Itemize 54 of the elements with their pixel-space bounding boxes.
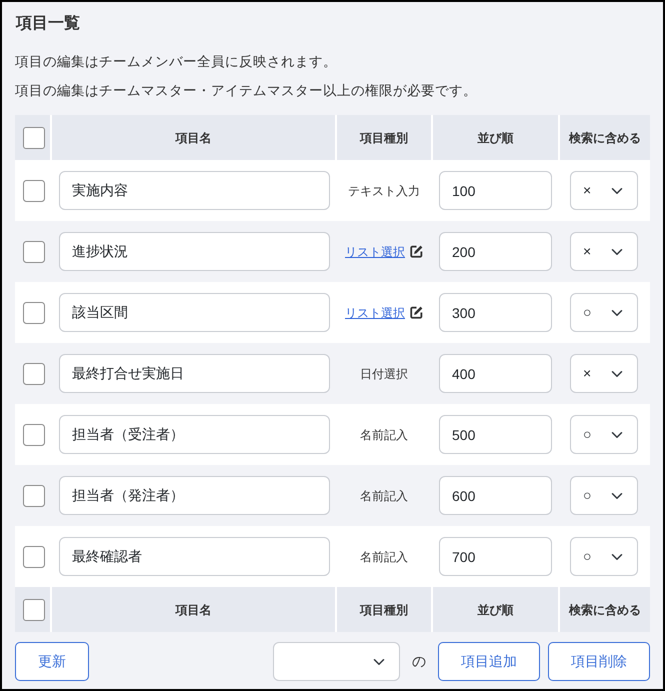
row-checkbox[interactable] [23,180,45,202]
item-name-field[interactable]: 最終確認者 [59,537,330,576]
search-include-select[interactable]: ○ [570,293,638,332]
action-button[interactable]: 項目追加 [438,642,540,681]
sort-order-field[interactable]: 200 [439,232,552,271]
search-include-select[interactable]: × [570,354,638,393]
search-include-select[interactable]: ○ [570,415,638,454]
column-header: 検索に含める [559,115,650,160]
item-type-link[interactable]: リスト選択 [345,304,405,322]
item-name-field[interactable]: 最終打合せ実施日 [59,354,330,393]
sort-order-field[interactable]: 600 [439,476,552,515]
info-text: 項目の編集はチームマスター・アイテムマスター以上の権限が必要です。 [15,82,478,100]
search-include-select[interactable]: × [570,232,638,271]
search-include-select[interactable]: × [570,171,638,210]
row-checkbox[interactable] [23,484,45,506]
column-header: 項目名 [51,115,336,160]
sort-order-field[interactable]: 500 [439,415,552,454]
position-label: の [412,652,426,671]
row-checkbox[interactable] [23,302,45,324]
column-header: 項目名 [51,587,336,632]
search-include-select[interactable]: ○ [570,476,638,515]
item-type-text: 名前記入 [359,548,409,566]
row-checkbox[interactable] [23,424,45,446]
update-button[interactable]: 更新 [15,642,89,681]
item-type-text: 名前記入 [359,426,409,444]
action-button[interactable]: 項目削除 [548,642,650,681]
edit-icon[interactable] [410,306,423,319]
item-type-text: 名前記入 [359,488,409,504]
item-name-field[interactable]: 進捗状況 [59,232,330,271]
item-name-field[interactable]: 担当者（受注者） [59,415,330,454]
item-name-field[interactable]: 該当区間 [59,293,330,332]
item-type-link[interactable]: リスト選択 [345,242,405,260]
item-name-field[interactable]: 担当者（発注者） [59,476,330,515]
item-type-text: テキスト入力 [347,182,421,200]
column-header: 検索に含める [559,587,650,632]
row-checkbox[interactable] [23,240,45,262]
select-all-checkbox[interactable] [23,598,45,620]
column-header: 並び順 [432,115,559,160]
sort-order-field[interactable]: 100 [439,171,552,210]
edit-icon[interactable] [410,245,423,258]
row-checkbox[interactable] [23,362,45,384]
column-header: 項目種別 [336,587,432,632]
info-text: 項目の編集はチームメンバー全員に反映されます。 [15,53,338,71]
item-type-text: 日付選択 [359,366,409,382]
sort-order-field[interactable]: 400 [439,354,552,393]
page-title: 項目一覧 [16,14,81,34]
item-name-field[interactable]: 実施内容 [59,171,330,210]
select-all-checkbox[interactable] [23,126,45,148]
sort-order-field[interactable]: 700 [439,537,552,576]
row-checkbox[interactable] [23,546,45,568]
column-header: 項目種別 [336,115,432,160]
search-include-select[interactable]: ○ [570,537,638,576]
sort-order-field[interactable]: 300 [439,293,552,332]
column-header: 並び順 [432,587,559,632]
